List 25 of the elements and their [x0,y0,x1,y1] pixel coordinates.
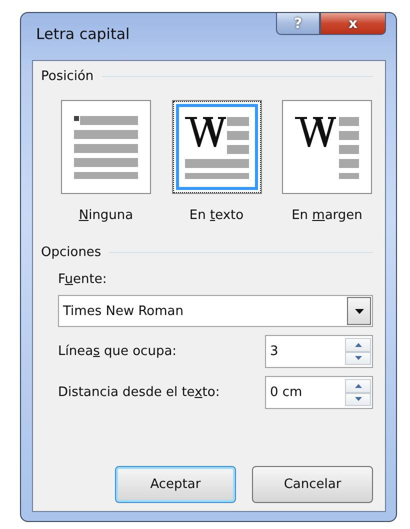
drop-cap-in-text-icon [184,115,248,179]
drop-cap-in-margin-icon [295,115,359,179]
dialog-button[interactable]: Cancelar [252,466,373,503]
position-option[interactable] [282,100,372,194]
group-label: Opciones [41,245,102,260]
spin-field[interactable]: 3 [265,335,373,368]
group-label: Posición [41,69,94,84]
field-label: Fuente: [58,272,108,287]
dialog-button[interactable]: Aceptar [115,466,236,503]
option-label: Ninguna [78,208,134,223]
up-arrow-icon [354,342,362,347]
drop-cap-none-icon [74,115,138,179]
font-dropdown[interactable]: Times New Roman [58,295,373,327]
dropdown-arrow-icon [354,308,364,314]
up-arrow-icon [354,384,362,388]
position-option[interactable] [172,100,262,194]
field-label: Distancia desde el texto: [58,385,220,400]
down-arrow-icon [354,397,362,402]
spin-field[interactable]: 0 cm [265,376,373,409]
window-title: Letra capital [36,25,130,43]
option-label: En texto [189,208,244,223]
option-label: En margen [292,208,362,223]
close-button[interactable]: x [320,13,386,35]
down-arrow-icon [354,356,362,360]
field-label: Líneas que ocupa: [58,344,177,359]
